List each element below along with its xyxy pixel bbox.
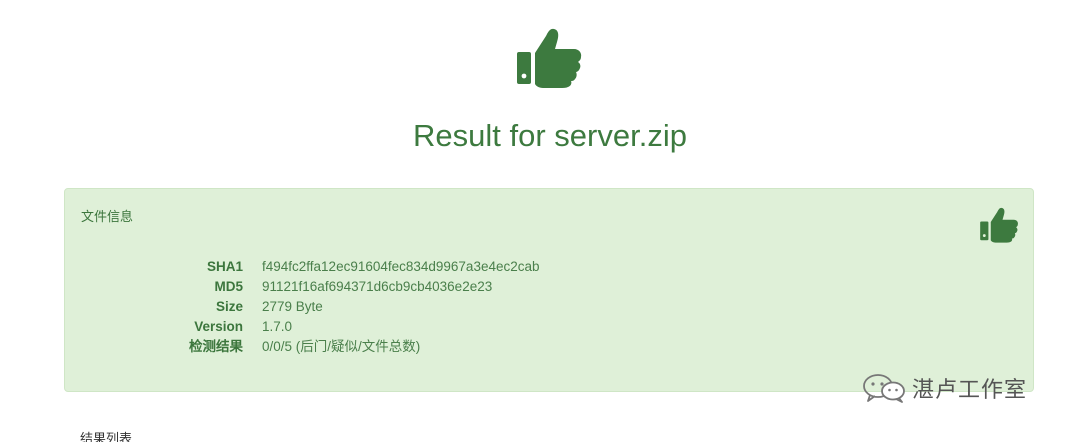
info-label: Version: [194, 319, 243, 334]
info-value: 91121f16af694371d6cb9cb4036e2e23: [262, 279, 493, 294]
thumbs-up-icon: [979, 206, 1019, 244]
results-section-title: 结果列表: [80, 431, 133, 442]
file-info-list: SHA1 f494fc2ffa12ec91604fec834d9967a3e4e…: [65, 257, 665, 357]
panel-title: 文件信息: [81, 209, 134, 224]
info-label: 检测结果: [189, 339, 243, 354]
thumbs-up-icon: [515, 26, 583, 90]
info-label: SHA1: [206, 259, 243, 274]
info-label: Size: [215, 299, 243, 314]
info-row-detection-result: 检测结果 0/0/5 (后门/疑似/文件总数): [65, 337, 665, 357]
info-row-md5: MD5 91121f16af694371d6cb9cb4036e2e23: [65, 277, 665, 297]
file-info-panel: 文件信息 SHA1 f494fc2ffa12ec91604fec834d9967…: [64, 188, 1034, 392]
info-row-size: Size 2779 Byte: [65, 297, 665, 317]
info-value: f494fc2ffa12ec91604fec834d9967a3e4ec2cab: [262, 259, 540, 274]
info-label: MD5: [214, 279, 243, 294]
info-value: 2779 Byte: [262, 299, 323, 314]
info-value: 1.7.0: [262, 319, 293, 334]
wechat-icon: [862, 373, 906, 403]
watermark-text: 湛卢工作室: [912, 377, 1028, 402]
info-row-version: Version 1.7.0: [65, 317, 665, 337]
info-row-sha1: SHA1 f494fc2ffa12ec91604fec834d9967a3e4e…: [65, 257, 665, 277]
result-page: Result for server.zip 文件信息 SHA1 f494fc2f…: [0, 0, 1080, 442]
info-value: 0/0/5 (后门/疑似/文件总数): [262, 339, 421, 354]
page-title: Result for server.zip: [413, 118, 687, 153]
watermark: 湛卢工作室: [862, 372, 1027, 404]
